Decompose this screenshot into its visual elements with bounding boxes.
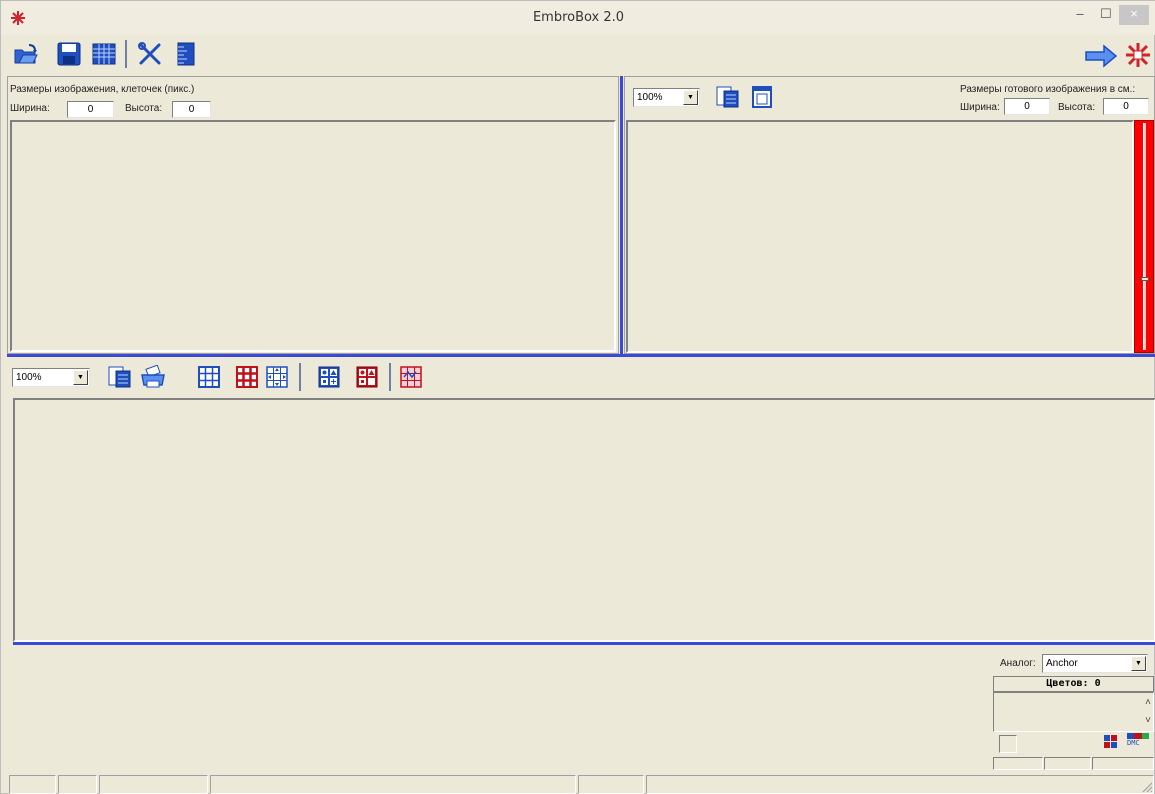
palette-status-cell-2 [1044,757,1091,770]
horizontal-splitter-bottom[interactable] [13,642,1155,645]
chevron-down-icon[interactable]: ▼ [73,370,88,385]
pattern-zoom-value: 100% [16,372,42,383]
minimize-button[interactable]: – [1067,5,1093,25]
result-zoom-select[interactable]: 100% ▼ [633,88,700,107]
pattern-zoom-select[interactable]: 100% ▼ [12,368,90,387]
source-size-header: Размеры изображения, клеточек (пикс.) [10,84,195,95]
grid-blue-icon[interactable] [197,365,221,389]
result-image-panel: 100% ▼ Размеры готового изображения в см… [624,76,1155,354]
pattern-toolbar: 100% ▼ [7,359,1155,397]
status-cell-3 [99,775,208,794]
tools-icon[interactable] [137,41,163,67]
toolbar-separator [389,363,391,391]
palette-status-cell-1 [993,757,1043,770]
color-list[interactable]: ˄ ˅ [993,692,1154,732]
result-size-header: Размеры готового изображения в см.: [960,84,1136,95]
status-cell-1 [9,775,56,794]
analog-select[interactable]: Anchor ▼ [1042,654,1148,673]
dmc-palette-icon[interactable]: DMC [1127,733,1149,751]
vertical-splitter[interactable] [620,76,623,354]
scroll-down-button[interactable]: ˅ [1145,715,1151,726]
print-icon[interactable] [139,365,167,389]
analog-value: Anchor [1046,658,1078,669]
source-height-label: Высота: [125,103,163,114]
table-icon[interactable] [91,41,117,67]
palette-area: Аналог: Anchor ▼ Цветов: 0 ˄ ˅ DMC [13,646,1155,773]
arrow-right-icon[interactable] [1084,43,1118,69]
result-image-canvas[interactable] [626,120,1134,353]
title-bar[interactable]: EmbroBox 2.0 – ☐ × [1,1,1155,35]
source-image-panel: Размеры изображения, клеточек (пикс.) Ши… [7,76,619,354]
copy-pattern-icon[interactable] [107,365,133,389]
dmc-label: DMC [1127,739,1140,747]
chevron-down-icon[interactable]: ▼ [1131,656,1146,671]
status-cell-4 [210,775,576,794]
result-height-field[interactable]: 0 [1103,98,1149,115]
colors-count-header: Цветов: 0 [993,676,1154,692]
resize-grip-icon[interactable] [1141,781,1153,793]
ruler-icon[interactable] [173,41,199,67]
color-swatch-box[interactable] [999,735,1017,753]
main-toolbar [1,37,1155,73]
grid-red-icon[interactable] [235,365,259,389]
slider-track [1143,123,1146,350]
color-level-slider[interactable] [1134,120,1154,353]
result-zoom-value: 100% [637,92,663,103]
source-width-label: Ширина: [10,103,50,114]
analog-label: Аналог: [1000,658,1036,669]
source-height-field[interactable]: 0 [172,101,211,118]
palette-status-cell-3 [1092,757,1154,770]
slider-thumb[interactable] [1141,277,1149,281]
pattern-preview-icon[interactable] [399,365,423,389]
status-cell-2 [58,775,97,794]
source-image-canvas[interactable] [10,120,616,352]
save-icon[interactable] [56,41,82,67]
pattern-canvas[interactable] [13,398,1155,642]
symbols-blue-icon[interactable] [317,365,341,389]
status-cell-6 [646,775,1154,794]
status-cell-5 [578,775,644,794]
horizontal-splitter-top[interactable] [7,354,1155,357]
window-title: EmbroBox 2.0 [532,10,625,25]
app-snowflake-icon[interactable] [1125,42,1151,68]
window-view-icon[interactable] [751,85,773,109]
result-width-field[interactable]: 0 [1004,98,1050,115]
result-height-label: Высота: [1058,102,1096,113]
toolbar-separator [125,40,127,68]
symbols-red-icon[interactable] [355,365,379,389]
open-folder-icon[interactable] [13,41,39,67]
chevron-down-icon[interactable]: ▼ [683,90,698,105]
scroll-up-button[interactable]: ˄ [1145,697,1151,708]
app-window: EmbroBox 2.0 – ☐ × Размеры изображения, … [0,0,1155,794]
grid-center-icon[interactable] [265,365,289,389]
color-grid-icon[interactable] [1104,735,1118,749]
result-width-label: Ширина: [960,102,1000,113]
copy-image-icon[interactable] [715,85,741,109]
toolbar-separator [299,363,301,391]
maximize-button[interactable]: ☐ [1093,5,1119,25]
close-button[interactable]: × [1119,5,1149,25]
source-width-field[interactable]: 0 [67,101,114,118]
